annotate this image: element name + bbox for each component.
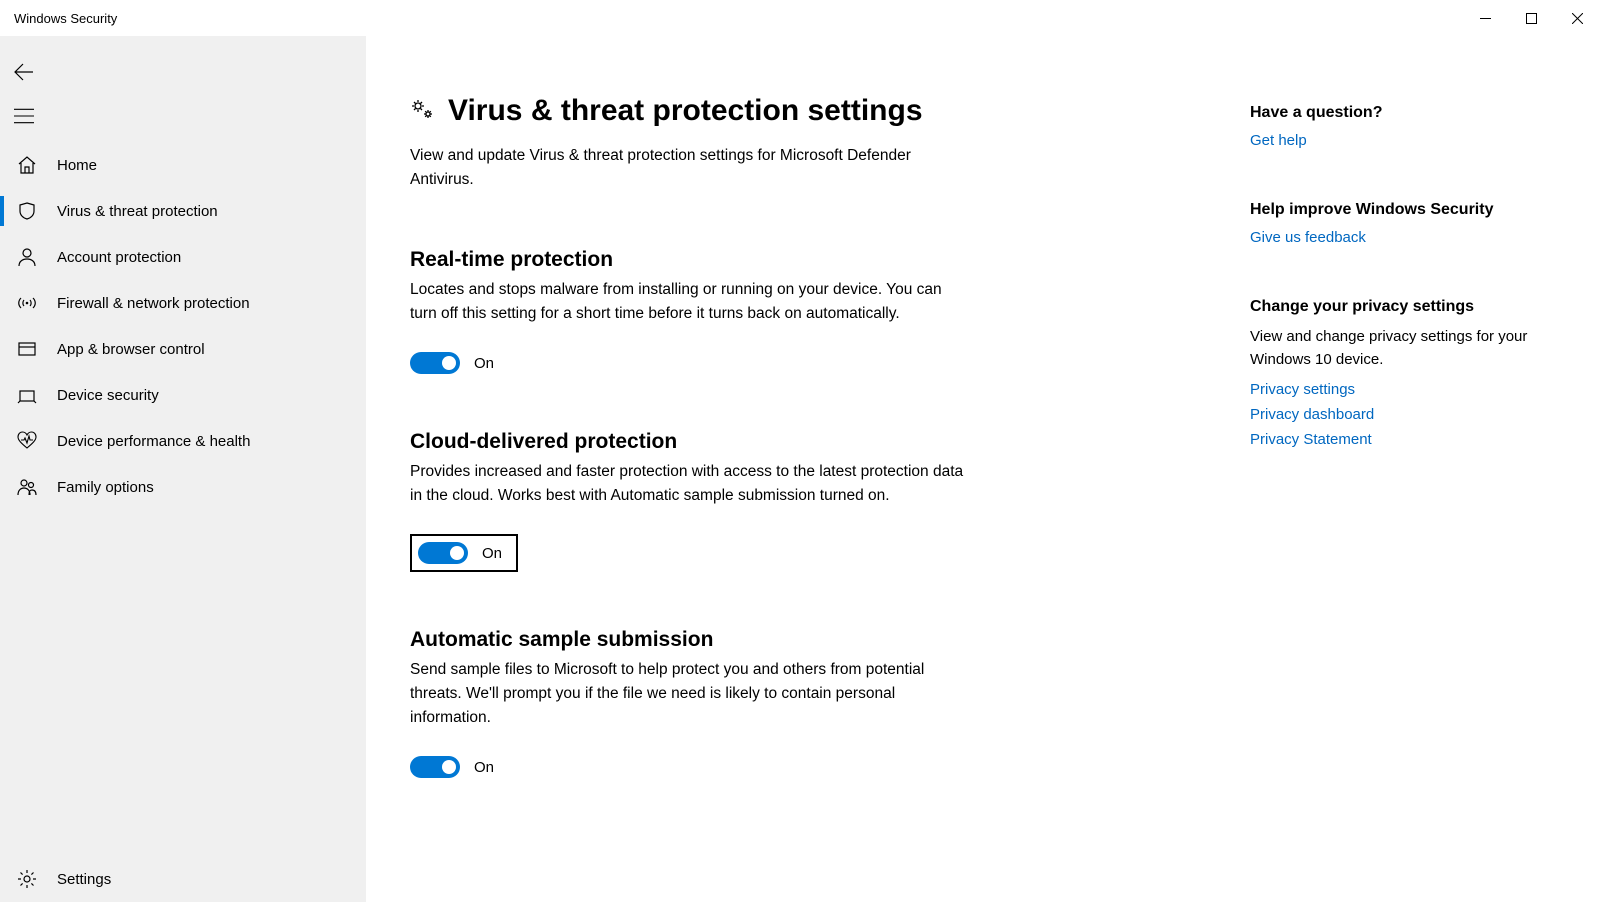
privacy-block: Change your privacy settings View and ch… bbox=[1250, 298, 1560, 448]
section-title: Automatic sample submission bbox=[410, 628, 970, 652]
feedback-link[interactable]: Give us feedback bbox=[1250, 229, 1560, 246]
privacy-statement-link[interactable]: Privacy Statement bbox=[1250, 431, 1560, 448]
section-title: Real-time protection bbox=[410, 248, 970, 272]
sidebar-item-account[interactable]: Account protection bbox=[0, 234, 366, 280]
sidebar-item-label: Home bbox=[57, 157, 97, 174]
sidebar-item-settings[interactable]: Settings bbox=[0, 856, 366, 902]
section-description: Provides increased and faster protection… bbox=[410, 460, 970, 508]
privacy-settings-link[interactable]: Privacy settings bbox=[1250, 381, 1560, 398]
sidebar-item-firewall[interactable]: Firewall & network protection bbox=[0, 280, 366, 326]
block-title: Have a question? bbox=[1250, 104, 1560, 122]
window-icon bbox=[15, 337, 39, 361]
sidebar-item-label: Settings bbox=[57, 871, 111, 888]
get-help-link[interactable]: Get help bbox=[1250, 132, 1560, 149]
sample-toggle[interactable] bbox=[410, 756, 460, 778]
section-cloud: Cloud-delivered protection Provides incr… bbox=[410, 430, 970, 572]
page-description: View and update Virus & threat protectio… bbox=[410, 144, 970, 192]
improve-block: Help improve Windows Security Give us fe… bbox=[1250, 201, 1560, 246]
sidebar-item-label: Firewall & network protection bbox=[57, 295, 250, 312]
sidebar: Home Virus & threat protection Account p… bbox=[0, 36, 366, 902]
focused-toggle-container: On bbox=[410, 534, 518, 572]
section-sample: Automatic sample submission Send sample … bbox=[410, 628, 970, 778]
person-icon bbox=[15, 245, 39, 269]
gears-icon bbox=[410, 97, 434, 126]
titlebar: Windows Security bbox=[0, 0, 1600, 36]
window-title: Windows Security bbox=[14, 11, 117, 26]
sidebar-item-virus[interactable]: Virus & threat protection bbox=[0, 188, 366, 234]
sidebar-item-label: App & browser control bbox=[57, 341, 205, 358]
sidebar-item-label: Virus & threat protection bbox=[57, 203, 218, 220]
sidebar-item-app-browser[interactable]: App & browser control bbox=[0, 326, 366, 372]
toggle-state-label: On bbox=[474, 759, 494, 776]
section-description: Locates and stops malware from installin… bbox=[410, 278, 970, 326]
back-button[interactable] bbox=[0, 50, 48, 94]
close-button[interactable] bbox=[1554, 0, 1600, 36]
home-icon bbox=[15, 153, 39, 177]
people-icon bbox=[15, 475, 39, 499]
sidebar-item-label: Family options bbox=[57, 479, 154, 496]
gear-icon bbox=[15, 867, 39, 891]
sidebar-item-home[interactable]: Home bbox=[0, 142, 366, 188]
maximize-button[interactable] bbox=[1508, 0, 1554, 36]
section-realtime: Real-time protection Locates and stops m… bbox=[410, 248, 970, 374]
sidebar-item-performance[interactable]: Device performance & health bbox=[0, 418, 366, 464]
chip-icon bbox=[15, 383, 39, 407]
hamburger-button[interactable] bbox=[0, 94, 48, 138]
section-title: Cloud-delivered protection bbox=[410, 430, 970, 454]
sidebar-item-family[interactable]: Family options bbox=[0, 464, 366, 510]
question-block: Have a question? Get help bbox=[1250, 104, 1560, 149]
page-title: Virus & threat protection settings bbox=[448, 94, 923, 128]
block-description: View and change privacy settings for you… bbox=[1250, 326, 1560, 371]
sidebar-item-label: Device security bbox=[57, 387, 159, 404]
minimize-button[interactable] bbox=[1462, 0, 1508, 36]
shield-icon bbox=[15, 199, 39, 223]
toggle-state-label: On bbox=[482, 545, 502, 562]
toggle-state-label: On bbox=[474, 355, 494, 372]
sidebar-item-label: Device performance & health bbox=[57, 433, 250, 450]
window-controls bbox=[1462, 0, 1600, 36]
sidebar-item-label: Account protection bbox=[57, 249, 181, 266]
heart-icon bbox=[15, 429, 39, 453]
block-title: Change your privacy settings bbox=[1250, 298, 1560, 316]
cloud-toggle[interactable] bbox=[418, 542, 468, 564]
broadcast-icon bbox=[15, 291, 39, 315]
privacy-dashboard-link[interactable]: Privacy dashboard bbox=[1250, 406, 1560, 423]
block-title: Help improve Windows Security bbox=[1250, 201, 1560, 219]
realtime-toggle[interactable] bbox=[410, 352, 460, 374]
sidebar-item-device-security[interactable]: Device security bbox=[0, 372, 366, 418]
section-description: Send sample files to Microsoft to help p… bbox=[410, 658, 970, 730]
